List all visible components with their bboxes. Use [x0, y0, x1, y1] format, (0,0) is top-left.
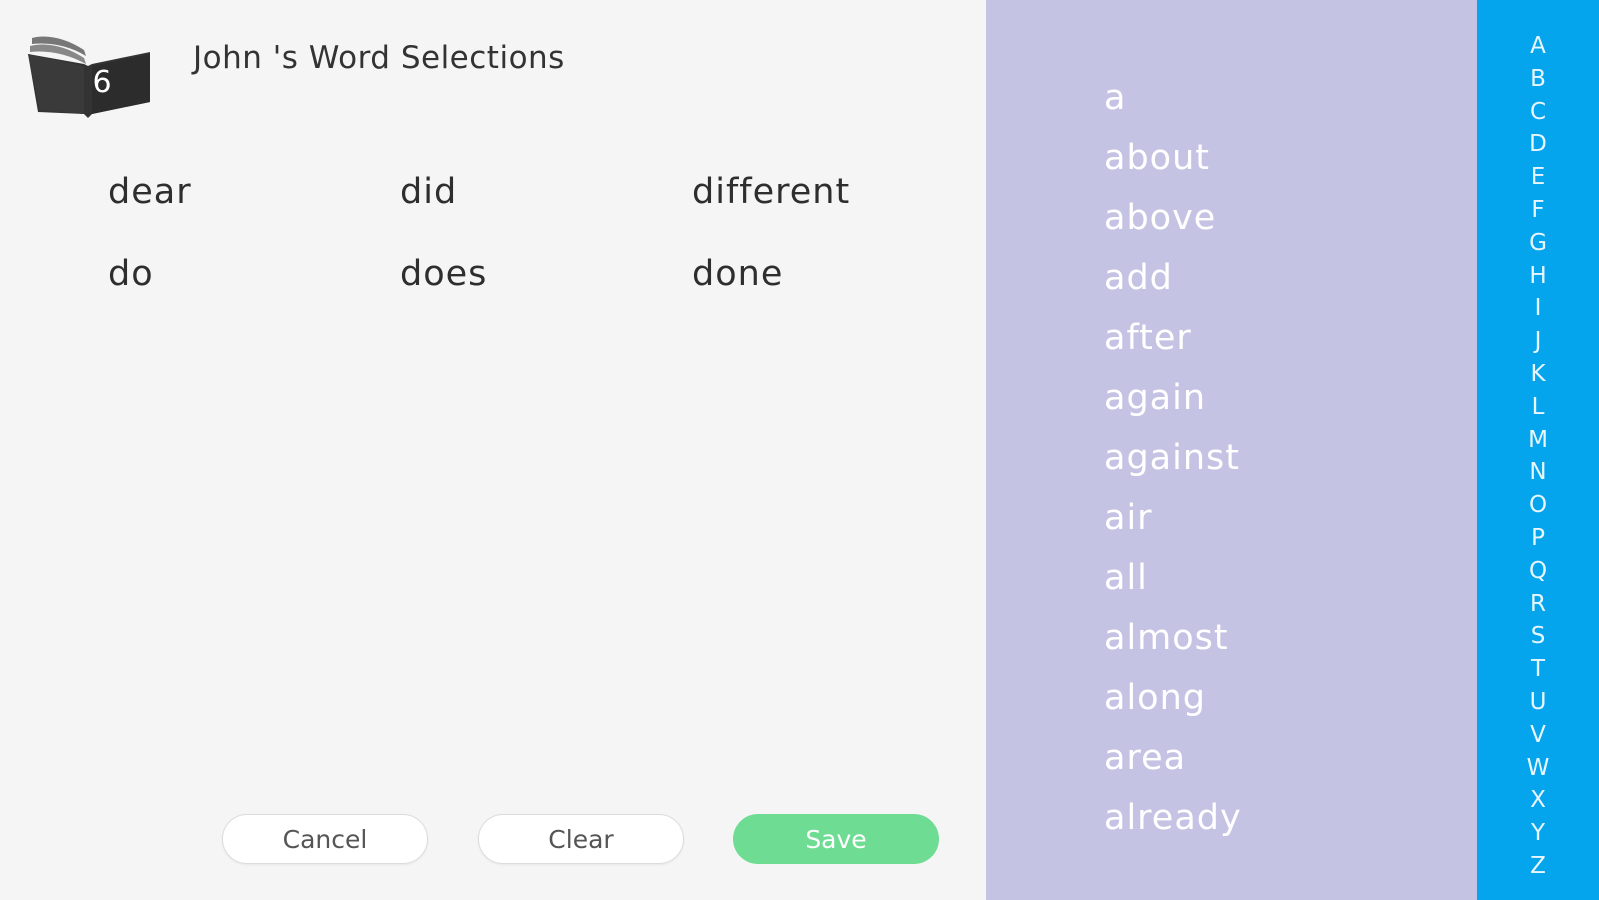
alphabet-letter-l[interactable]: L — [1477, 392, 1599, 422]
alphabet-letter-m[interactable]: M — [1477, 425, 1599, 455]
alphabet-letter-b[interactable]: B — [1477, 64, 1599, 94]
word-list-panel[interactable]: a about above add after again against air all alm… — [986, 0, 1477, 900]
word-list-item[interactable]: area — [1104, 736, 1186, 780]
word-list-item[interactable]: after — [1104, 316, 1192, 360]
alphabet-index-bar[interactable]: ABCDEFGHIJKLMNOPQRSTUVWXYZ — [1477, 0, 1599, 900]
word-list-item[interactable]: almost — [1104, 616, 1229, 660]
word-list-item[interactable]: against — [1104, 436, 1240, 480]
alphabet-letter-k[interactable]: K — [1477, 359, 1599, 389]
alphabet-letter-v[interactable]: V — [1477, 720, 1599, 750]
alphabet-letter-q[interactable]: Q — [1477, 556, 1599, 586]
word-list-item[interactable]: above — [1104, 196, 1216, 240]
selected-word[interactable]: do — [108, 254, 400, 294]
alphabet-letter-j[interactable]: J — [1477, 326, 1599, 356]
alphabet-letter-r[interactable]: R — [1477, 589, 1599, 619]
alphabet-letter-f[interactable]: F — [1477, 195, 1599, 225]
word-list-item[interactable]: already — [1104, 796, 1242, 840]
alphabet-letter-u[interactable]: U — [1477, 687, 1599, 717]
word-list-item[interactable]: all — [1104, 556, 1148, 600]
alphabet-letter-h[interactable]: H — [1477, 261, 1599, 291]
alphabet-letter-i[interactable]: I — [1477, 293, 1599, 323]
word-list-item[interactable]: air — [1104, 496, 1153, 540]
selected-word[interactable]: does — [400, 254, 692, 294]
alphabet-letter-p[interactable]: P — [1477, 523, 1599, 553]
clear-button[interactable]: Clear — [478, 814, 684, 864]
selected-words-grid: dear did different do does done — [108, 172, 968, 294]
word-list-item[interactable]: add — [1104, 256, 1173, 300]
word-selection-panel: 6 John 's Word Selections dear did differe… — [0, 0, 986, 900]
alphabet-letter-w[interactable]: W — [1477, 753, 1599, 783]
word-list-item[interactable]: about — [1104, 136, 1210, 180]
alphabet-letter-s[interactable]: S — [1477, 621, 1599, 651]
book-icon: 6 — [26, 34, 156, 120]
alphabet-letter-g[interactable]: G — [1477, 228, 1599, 258]
alphabet-letter-z[interactable]: Z — [1477, 851, 1599, 881]
page-title: John 's Word Selections — [193, 40, 565, 76]
alphabet-letter-x[interactable]: X — [1477, 785, 1599, 815]
alphabet-letter-e[interactable]: E — [1477, 162, 1599, 192]
word-list-item[interactable]: again — [1104, 376, 1206, 420]
cancel-button[interactable]: Cancel — [222, 814, 428, 864]
alphabet-letter-n[interactable]: N — [1477, 457, 1599, 487]
selected-word[interactable]: different — [692, 172, 968, 212]
selected-word[interactable]: did — [400, 172, 692, 212]
alphabet-letter-o[interactable]: O — [1477, 490, 1599, 520]
alphabet-letter-a[interactable]: A — [1477, 31, 1599, 61]
alphabet-letter-y[interactable]: Y — [1477, 818, 1599, 848]
save-button[interactable]: Save — [733, 814, 939, 864]
book-level-number: 6 — [92, 65, 111, 100]
selected-word[interactable]: dear — [108, 172, 400, 212]
alphabet-letter-c[interactable]: C — [1477, 97, 1599, 127]
word-list-item[interactable]: along — [1104, 676, 1206, 720]
alphabet-letter-d[interactable]: D — [1477, 129, 1599, 159]
word-list-item[interactable]: a — [1104, 76, 1126, 120]
alphabet-letter-t[interactable]: T — [1477, 654, 1599, 684]
selected-word[interactable]: done — [692, 254, 968, 294]
